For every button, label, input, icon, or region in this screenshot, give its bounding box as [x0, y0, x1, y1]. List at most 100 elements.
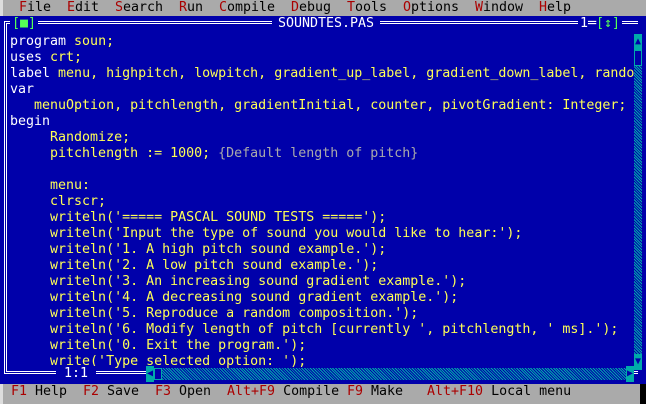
menu-item-help[interactable]: Help — [539, 0, 571, 16]
menu-hotkey: O — [403, 0, 412, 15]
status-key: F9 — [347, 384, 364, 399]
window-title: SOUNDTES.PAS — [272, 16, 381, 32]
code-line[interactable]: var — [10, 82, 634, 98]
menu-label: elp — [547, 0, 572, 15]
scroll-up-arrow-icon[interactable]: ▲ — [634, 34, 642, 50]
code-line[interactable]: writeln('0. Exit the program.'); — [10, 338, 634, 354]
menu-hotkey: C — [219, 0, 228, 15]
status-label: Open — [179, 384, 212, 399]
menu-item-options[interactable]: Options — [403, 0, 459, 16]
code-token-id: writeln('1. A high pitch sound example.'… — [10, 242, 387, 257]
status-gap — [483, 384, 491, 399]
window-zoom-area: 1═[↕] — [578, 16, 623, 32]
status-gap — [275, 384, 283, 399]
code-token-cm: {Default length of pitch} — [218, 146, 419, 161]
code-line[interactable]: writeln('Input the type of sound you wou… — [10, 226, 634, 242]
menu-item-window[interactable]: Window — [475, 0, 523, 16]
scroll-right-arrow-icon[interactable]: ▶ — [626, 366, 634, 382]
vertical-scroll-thumb[interactable] — [634, 50, 642, 66]
menu-label: earch — [123, 0, 164, 15]
scroll-down-arrow-icon[interactable]: ▼ — [634, 354, 642, 370]
code-line[interactable]: clrscr; — [10, 194, 634, 210]
menu-item-edit[interactable]: Edit — [67, 0, 99, 16]
code-line[interactable]: writeln('===== PASCAL SOUND TESTS ====='… — [10, 210, 634, 226]
menu-label: ompile — [227, 0, 276, 15]
code-token-id: writeln('2. A low pitch sound example.')… — [10, 258, 379, 273]
code-token-kw: begin — [10, 114, 51, 129]
code-line[interactable]: program soun; — [10, 34, 634, 50]
code-line[interactable]: writeln('5. Reproduce a random compositi… — [10, 306, 634, 322]
menu-item-file[interactable]: File — [19, 0, 51, 16]
menu-label: indow — [483, 0, 524, 15]
zoom-window-button[interactable]: [↕] — [596, 16, 620, 31]
code-line[interactable]: writeln('1. A high pitch sound example.'… — [10, 242, 634, 258]
window-number: 1 — [580, 16, 589, 31]
status-key: Alt+F9 — [227, 384, 276, 399]
code-token-kw: var — [10, 82, 35, 97]
status-key: F2 — [83, 384, 100, 399]
code-token-id: menu, highpitch, lowpitch, gradient_up_l… — [58, 66, 634, 81]
code-token-id: soun; — [74, 34, 115, 49]
menu-label: ptions — [411, 0, 460, 15]
vertical-scrollbar[interactable]: ▲ ▼ — [634, 34, 642, 370]
status-save-button[interactable]: F2 Save — [83, 384, 139, 400]
menu-label: ools — [355, 0, 388, 15]
code-token-id: menuOption, pitchlength, gradientInitial… — [10, 98, 627, 113]
code-token-id: writeln('5. Reproduce a random compositi… — [10, 306, 419, 321]
close-window-button[interactable]: [■] — [10, 16, 39, 32]
code-token-id: writeln('Input the type of sound you wou… — [10, 226, 523, 241]
horizontal-scrollbar[interactable]: ◀ ▶ — [146, 366, 634, 382]
status-gap — [171, 384, 179, 399]
status-help-button[interactable]: F1 Help — [11, 384, 67, 400]
code-line[interactable]: writeln('6. Modify length of pitch [curr… — [10, 322, 634, 338]
code-line[interactable]: writeln('4. A decreasing sound gradient … — [10, 290, 634, 306]
code-token-id: Randomize; — [10, 130, 131, 145]
menu-item-search[interactable]: Search — [115, 0, 163, 16]
code-line[interactable]: uses crt; — [10, 50, 634, 66]
menu-item-compile[interactable]: Compile — [219, 0, 275, 16]
code-line[interactable]: writeln('2. A low pitch sound example.')… — [10, 258, 634, 274]
menu-item-tools[interactable]: Tools — [347, 0, 387, 16]
code-line[interactable]: begin — [10, 114, 634, 130]
cursor-position: 1:1 — [56, 366, 97, 382]
menu-hotkey: W — [475, 0, 484, 15]
code-token-id: writeln('6. Modify length of pitch [curr… — [10, 322, 619, 337]
menu-label: ebug — [299, 0, 332, 15]
status-label: Make — [371, 384, 404, 399]
scroll-left-arrow-icon[interactable]: ◀ — [146, 366, 154, 382]
code-token-id: write('Type selected option: '); — [10, 354, 307, 369]
code-token-kw: program — [10, 34, 75, 49]
code-line[interactable]: label menu, highpitch, lowpitch, gradien… — [10, 66, 634, 82]
code-token-id: writeln('===== PASCAL SOUND TESTS ====='… — [10, 210, 387, 225]
menu-label: dit — [75, 0, 100, 15]
menu-hotkey: R — [179, 0, 188, 15]
status-open-button[interactable]: F3 Open — [155, 384, 211, 400]
menu-hotkey: T — [347, 0, 356, 15]
code-line[interactable]: writeln('3. An increasing sound gradient… — [10, 274, 634, 290]
status-label: Local menu — [491, 384, 572, 399]
code-line[interactable]: menu: — [10, 178, 634, 194]
status-key: F3 — [155, 384, 172, 399]
status-label: Save — [107, 384, 140, 399]
status-make-button[interactable]: F9 Make — [347, 384, 403, 400]
code-token-kw: label — [10, 66, 59, 81]
code-line[interactable] — [10, 162, 634, 178]
code-token-kw: uses — [10, 50, 51, 65]
code-token-id: crt; — [50, 50, 83, 65]
code-line[interactable]: Randomize; — [10, 130, 634, 146]
code-line[interactable]: pitchlength := 1000; {Default length of … — [10, 146, 634, 162]
status-bar: F1 Help F2 Save F3 Open Alt+F9 Compile F9 Ma… — [0, 384, 646, 404]
menu-item-debug[interactable]: Debug — [291, 0, 331, 16]
menu-item-run[interactable]: Run — [179, 0, 203, 16]
menu-label: ile — [27, 0, 52, 15]
status-local-menu-button[interactable]: Alt+F10 Local menu — [427, 384, 571, 400]
code-line[interactable]: menuOption, pitchlength, gradientInitial… — [10, 98, 634, 114]
code-editor[interactable]: program soun; uses crt; label menu, highpi… — [10, 34, 634, 370]
horizontal-scroll-thumb[interactable] — [154, 368, 162, 380]
menu-bar: File Edit Search Run Compile Debug Tools Option… — [0, 0, 646, 16]
status-compile-button[interactable]: Alt+F9 Compile — [227, 384, 339, 400]
status-key: Alt+F10 — [427, 384, 484, 399]
code-token-id: clrscr; — [10, 194, 107, 209]
status-key: F1 — [11, 384, 28, 399]
code-token-id: writeln('0. Exit the program.'); — [10, 338, 307, 353]
